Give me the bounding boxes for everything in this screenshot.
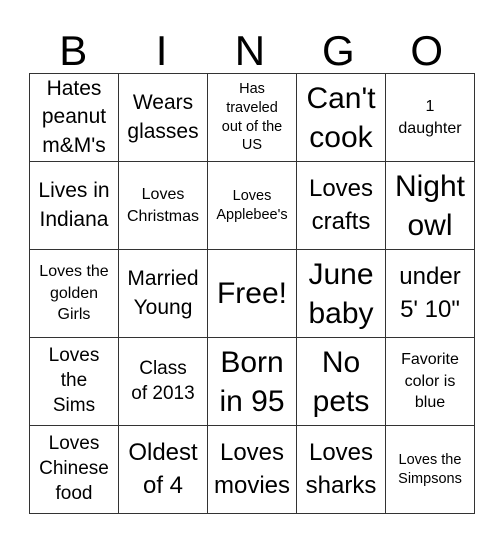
header-letter-n: N xyxy=(234,27,266,74)
cell-text: under 5' 10" xyxy=(399,263,461,323)
bingo-cell[interactable]: under 5' 10" xyxy=(385,249,475,338)
cell-text: Loves the golden Girls xyxy=(39,263,109,324)
bingo-row: Loves Chinese food Oldest of 4 Loves mov… xyxy=(29,425,475,514)
bingo-cell[interactable]: Loves the golden Girls xyxy=(29,249,119,338)
bingo-cell[interactable]: Lives in Indiana xyxy=(29,161,119,250)
bingo-row: Hates peanut m&M's Wears glasses Has tra… xyxy=(29,73,475,162)
bingo-row: Lives in Indiana Loves Christmas Loves A… xyxy=(29,161,475,250)
bingo-cell[interactable]: Loves Applebee's xyxy=(207,161,297,250)
cell-text: Loves the Simpsons xyxy=(398,451,462,487)
bingo-cell[interactable]: Favorite color is blue xyxy=(385,337,475,426)
cell-text: Born in 95 xyxy=(219,345,285,418)
cell-text: Loves Applebee's xyxy=(216,187,288,223)
bingo-cell[interactable]: Can't cook xyxy=(296,73,386,162)
bingo-card: Hates peanut m&M's Wears glasses Has tra… xyxy=(29,73,475,514)
cell-text: Wears glasses xyxy=(127,91,199,143)
cell-text: Night owl xyxy=(394,169,466,242)
bingo-cell[interactable]: Class of 2013 xyxy=(118,337,208,426)
cell-text: Loves Chinese food xyxy=(39,433,109,504)
header-letter-g: G xyxy=(322,27,355,74)
bingo-header: B I N G O xyxy=(29,28,471,73)
cell-text: Loves crafts xyxy=(308,175,374,235)
bingo-row: Loves the golden Girls Married Young Fre… xyxy=(29,249,475,338)
bingo-cell[interactable]: No pets xyxy=(296,337,386,426)
cell-text: Favorite color is blue xyxy=(401,351,459,412)
bingo-cell[interactable]: Loves the Simpsons xyxy=(385,425,475,514)
cell-text: Loves sharks xyxy=(305,439,377,499)
bingo-cell[interactable]: Oldest of 4 xyxy=(118,425,208,514)
bingo-cell[interactable]: Loves the Sims xyxy=(29,337,119,426)
bingo-cell[interactable]: Married Young xyxy=(118,249,208,338)
cell-text: No pets xyxy=(312,345,370,418)
cell-text: Loves Christmas xyxy=(126,185,199,225)
cell-text: 1 daughter xyxy=(398,97,462,137)
cell-text: June baby xyxy=(308,257,374,330)
bingo-cell[interactable]: Has traveled out of the US xyxy=(207,73,297,162)
cell-text: Loves the Sims xyxy=(48,345,100,416)
cell-text: Can't cook xyxy=(306,81,376,154)
cell-text: Has traveled out of the US xyxy=(221,80,283,154)
header-letter-b: B xyxy=(59,27,88,74)
cell-text: Oldest of 4 xyxy=(128,439,198,499)
cell-text: Married Young xyxy=(127,267,199,319)
bingo-cell[interactable]: Loves Chinese food xyxy=(29,425,119,514)
bingo-cell[interactable]: June baby xyxy=(296,249,386,338)
bingo-cell[interactable]: Night owl xyxy=(385,161,475,250)
bingo-row: Loves the Sims Class of 2013 Born in 95 … xyxy=(29,337,475,426)
bingo-cell[interactable]: Loves crafts xyxy=(296,161,386,250)
header-letter-o: O xyxy=(410,27,444,74)
header-letter-i: I xyxy=(155,27,168,74)
bingo-cell[interactable]: Loves Christmas xyxy=(118,161,208,250)
cell-text: Loves movies xyxy=(213,439,291,499)
bingo-cell[interactable]: Hates peanut m&M's xyxy=(29,73,119,162)
bingo-cell[interactable]: Loves sharks xyxy=(296,425,386,514)
cell-text: Hates peanut m&M's xyxy=(41,76,107,157)
bingo-cell[interactable]: Born in 95 xyxy=(207,337,297,426)
free-space-cell[interactable]: Free! xyxy=(207,249,297,338)
bingo-cell[interactable]: Loves movies xyxy=(207,425,297,514)
cell-text: Free! xyxy=(216,277,288,310)
cell-text: Class of 2013 xyxy=(131,357,195,404)
cell-text: Lives in Indiana xyxy=(38,179,110,231)
bingo-cell[interactable]: Wears glasses xyxy=(118,73,208,162)
bingo-cell[interactable]: 1 daughter xyxy=(385,73,475,162)
